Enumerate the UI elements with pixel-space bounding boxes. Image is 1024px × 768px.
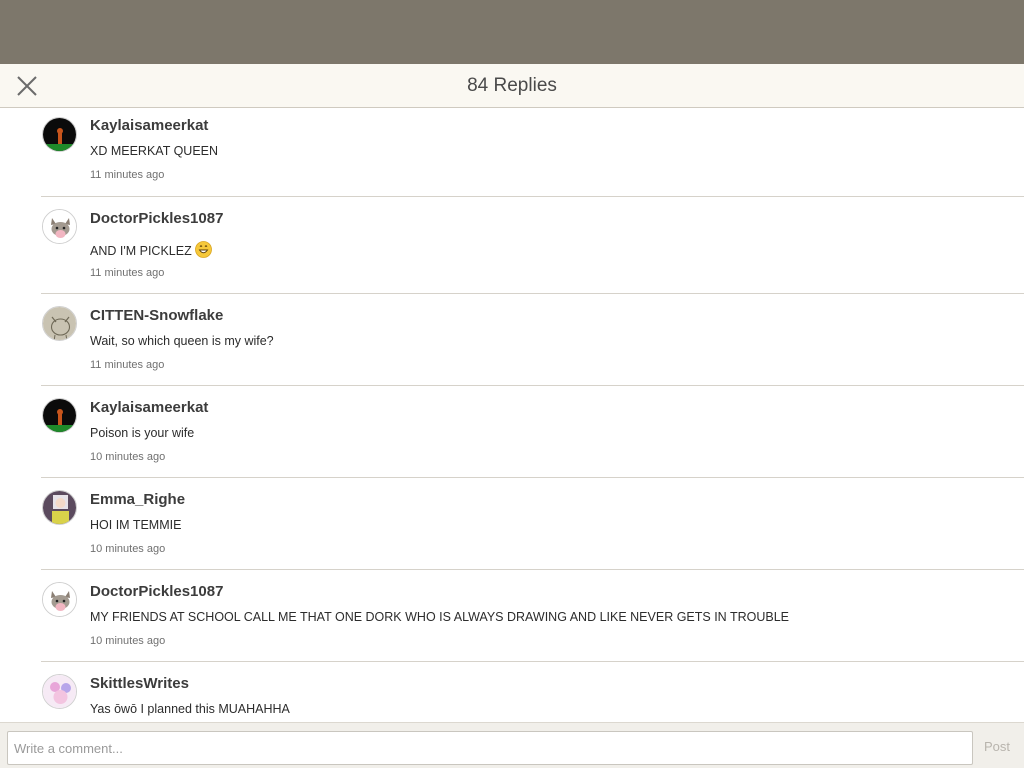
pastel-avatar[interactable] [42,674,77,709]
meerkat-avatar[interactable] [42,117,77,152]
reply-item: CITTEN-Snowflake Wait, so which queen is… [41,294,1024,386]
reply-message: HOI IM TEMMIE [90,518,182,532]
grin-emoji-icon [194,241,212,261]
reply-item: DoctorPickles1087 AND I'M PICKLEZ 11 min… [41,197,1024,294]
reply-item: SkittlesWrites Yas ōwō I planned this MU… [41,662,1024,722]
reply-timestamp: 11 minutes ago [90,267,165,279]
reply-timestamp: 10 minutes ago [90,635,166,647]
comment-input[interactable] [7,731,973,765]
reply-username[interactable]: Kaylaisameerkat [90,117,208,134]
reply-timestamp: 11 minutes ago [90,359,165,371]
reply-item: Emma_Righe HOI IM TEMMIE 10 minutes ago [41,478,1024,570]
reply-timestamp: 10 minutes ago [90,543,166,555]
reply-message: Yas ōwō I planned this MUAHAHHA [90,702,290,716]
reply-username[interactable]: Emma_Righe [90,491,185,508]
reply-message: MY FRIENDS AT SCHOOL CALL ME THAT ONE DO… [90,610,789,624]
meerkat-avatar[interactable] [42,398,77,433]
top-bar [0,0,1024,64]
reply-message: XD MEERKAT QUEEN [90,144,219,158]
comment-composer: Post [0,722,1024,768]
page-title: 84 Replies [467,75,557,96]
reply-message-text: AND I'M PICKLEZ [90,244,192,258]
cat-avatar[interactable] [42,209,77,244]
reply-message: Wait, so which queen is my wife? [90,334,274,348]
reply-message: Poison is your wife [90,426,195,440]
reply-username[interactable]: DoctorPickles1087 [90,583,223,600]
replies-list[interactable]: Kaylaisameerkat XD MEERKAT QUEEN 11 minu… [0,108,1024,722]
reply-username[interactable]: SkittlesWrites [90,675,189,692]
reply-timestamp: 11 minutes ago [90,169,165,181]
reply-username[interactable]: Kaylaisameerkat [90,399,208,416]
character-avatar[interactable] [42,490,77,525]
reply-timestamp: 10 minutes ago [90,451,166,463]
cat-avatar[interactable] [42,582,77,617]
reply-item: Kaylaisameerkat Poison is your wife 10 m… [41,386,1024,478]
reply-username[interactable]: CITTEN-Snowflake [90,307,223,324]
reply-item: Kaylaisameerkat XD MEERKAT QUEEN 11 minu… [41,108,1024,197]
reply-item: DoctorPickles1087 MY FRIENDS AT SCHOOL C… [41,570,1024,662]
replies-header: 84 Replies [0,64,1024,108]
reply-message: AND I'M PICKLEZ [90,241,212,261]
reply-username[interactable]: DoctorPickles1087 [90,210,223,227]
sketch-cat-avatar[interactable] [42,306,77,341]
post-button[interactable]: Post [984,739,1010,754]
